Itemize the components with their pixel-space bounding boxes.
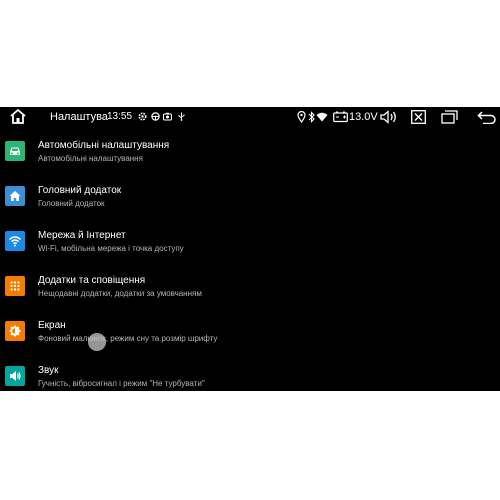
volume-icon[interactable]	[380, 110, 398, 124]
car-icon	[5, 141, 25, 161]
settings-item-subtitle: Головний додаток	[38, 199, 105, 208]
settings-item-subtitle: Автомобільні налаштування	[38, 154, 143, 163]
voltage-readout: 13.0V	[349, 111, 378, 123]
settings-notification-icon	[138, 112, 147, 121]
home-icon[interactable]	[9, 108, 27, 125]
wifi-icon	[316, 112, 328, 122]
speaker-icon	[5, 366, 25, 386]
clock: 13:55	[107, 111, 133, 122]
battery-icon	[333, 111, 348, 123]
location-icon	[297, 110, 306, 124]
close-icon[interactable]	[411, 110, 426, 124]
settings-item-car[interactable]: Автомобільні налаштування Автомобільні н…	[0, 129, 500, 173]
usb-icon	[178, 112, 185, 121]
settings-item-subtitle: Фоновий малюнок, режим сну та розмір шри…	[38, 334, 218, 343]
wifi-icon	[5, 231, 25, 251]
settings-item-apps-notifications[interactable]: Додатки та сповіщення Нещодавні додатки,…	[0, 264, 500, 308]
bluetooth-icon	[308, 111, 315, 123]
settings-item-title: Головний додаток	[38, 185, 122, 196]
settings-item-title: Автомобільні налаштування	[38, 140, 170, 151]
touch-indicator	[88, 333, 106, 351]
settings-item-home-app[interactable]: Головний додаток Головний додаток	[0, 174, 500, 218]
settings-item-display[interactable]: Екран Фоновий малюнок, режим сну та розм…	[0, 309, 500, 353]
home-icon	[5, 186, 25, 206]
brightness-icon	[5, 321, 25, 341]
settings-item-subtitle: Wi-Fi, мобільна мережа і точка доступу	[38, 244, 184, 253]
back-icon[interactable]	[477, 110, 497, 124]
settings-item-title: Екран	[38, 320, 66, 331]
camera-icon	[163, 112, 172, 121]
settings-item-network[interactable]: Мережа й Інтернет Wi-Fi, мобільна мережа…	[0, 219, 500, 263]
status-bar: Налаштува 13:55 13.0V	[0, 107, 500, 127]
settings-item-title: Звук	[38, 365, 59, 376]
recent-apps-icon[interactable]	[441, 110, 458, 124]
settings-item-subtitle: Гучність, вібросигнал і режим "Не турбув…	[38, 379, 205, 388]
settings-item-subtitle: Нещодавні додатки, додатки за умовчанням	[38, 289, 202, 298]
window-title: Налаштува	[50, 111, 108, 123]
android-settings-screen: Налаштува 13:55 13.0V Автомобільні налаш…	[0, 107, 500, 391]
settings-item-title: Мережа й Інтернет	[38, 230, 126, 241]
settings-item-sound[interactable]: Звук Гучність, вібросигнал і режим "Не т…	[0, 354, 500, 391]
settings-item-title: Додатки та сповіщення	[38, 275, 146, 286]
apps-grid-icon	[5, 276, 25, 296]
steering-wheel-icon	[151, 112, 160, 121]
